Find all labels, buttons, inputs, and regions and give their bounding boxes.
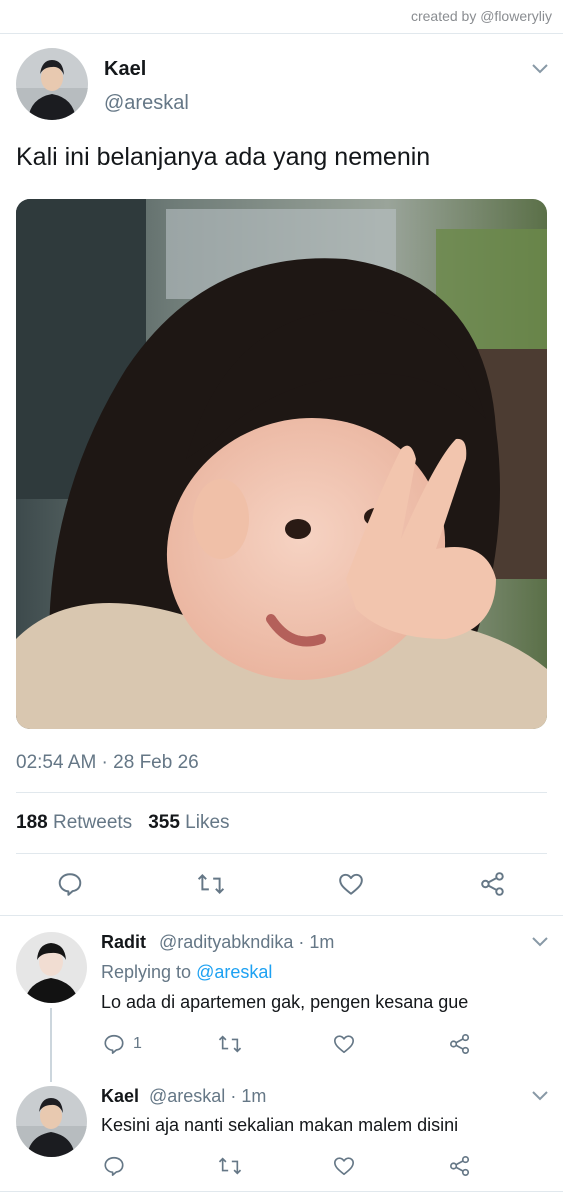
reply-count: 1 xyxy=(133,1035,142,1052)
avatar[interactable] xyxy=(16,932,87,1003)
reply-handle[interactable]: @areskal xyxy=(149,1086,225,1106)
retweet-count: 188 xyxy=(16,812,48,833)
author-name[interactable]: Kael xyxy=(104,58,146,81)
divider xyxy=(0,915,563,916)
chevron-down-icon[interactable] xyxy=(532,1091,548,1101)
share-button[interactable] xyxy=(449,1155,471,1177)
reply-text: Kesini aja nanti sekalian makan malem di… xyxy=(101,1115,459,1135)
share-button[interactable] xyxy=(449,1033,471,1055)
like-label: Likes xyxy=(185,812,230,833)
avatar[interactable] xyxy=(16,1086,87,1157)
reply-handle[interactable]: @radityabkndika xyxy=(159,932,293,952)
retweet-icon xyxy=(218,1035,242,1053)
tweet-timestamp[interactable]: 02:54 AM · 28 Feb 26 xyxy=(16,752,199,774)
divider xyxy=(16,853,547,854)
retweet-button[interactable] xyxy=(218,1033,242,1055)
reply-button[interactable] xyxy=(57,871,83,897)
tweet-photo[interactable] xyxy=(16,199,547,729)
like-stat[interactable]: 355 Likes xyxy=(148,812,229,834)
avatar[interactable] xyxy=(16,48,88,120)
like-count: 355 xyxy=(148,812,180,833)
retweet-stat[interactable]: 188 Retweets xyxy=(16,812,132,834)
replying-prefix: Replying to xyxy=(101,962,192,982)
chevron-down-icon[interactable] xyxy=(532,937,548,947)
like-button[interactable] xyxy=(333,1033,355,1055)
like-button[interactable] xyxy=(338,871,364,897)
heart-icon xyxy=(334,1035,354,1054)
like-button[interactable] xyxy=(333,1155,355,1177)
author-handle[interactable]: @areskal xyxy=(104,92,189,115)
reply-text: Lo ada di apartemen gak, pengen kesana g… xyxy=(101,992,469,1012)
reply-time[interactable]: · 1m xyxy=(230,1086,266,1106)
reply-button[interactable] xyxy=(103,1155,125,1177)
share-icon xyxy=(481,872,504,896)
share-icon xyxy=(450,1156,470,1176)
tweet-text: Kali ini belanjanya ada yang nemenin xyxy=(16,143,431,171)
thread-line xyxy=(50,1008,52,1082)
reply-icon xyxy=(104,1034,124,1054)
heart-icon xyxy=(339,873,363,895)
retweet-icon xyxy=(197,874,225,894)
engagement-counts: 188 Retweets 355 Likes xyxy=(16,812,230,834)
reply-time[interactable]: · 1m xyxy=(298,932,334,952)
share-button[interactable] xyxy=(480,871,506,897)
reply-author-handle: @radityabkndika · 1m xyxy=(159,932,334,953)
replying-to: Replying to @areskal xyxy=(101,962,272,983)
divider xyxy=(16,792,547,793)
retweet-button[interactable] xyxy=(218,1155,242,1177)
heart-icon xyxy=(334,1157,354,1176)
top-divider xyxy=(0,33,563,34)
chevron-down-icon[interactable] xyxy=(532,64,548,74)
reply-button[interactable]: 1 xyxy=(103,1033,142,1055)
credit-text: created by @floweryliy xyxy=(410,8,552,24)
reply-author-handle: @areskal · 1m xyxy=(149,1086,266,1107)
retweet-label: Retweets xyxy=(52,812,133,833)
reply-author-name[interactable]: Radit xyxy=(101,932,146,953)
divider xyxy=(0,1191,563,1192)
reply-author-name[interactable]: Kael xyxy=(101,1086,139,1107)
retweet-button[interactable] xyxy=(197,871,225,897)
replying-to-link[interactable]: @areskal xyxy=(196,962,272,982)
reply-icon xyxy=(104,1156,124,1176)
share-icon xyxy=(450,1034,470,1054)
reply-icon xyxy=(58,873,82,896)
retweet-icon xyxy=(218,1157,242,1175)
